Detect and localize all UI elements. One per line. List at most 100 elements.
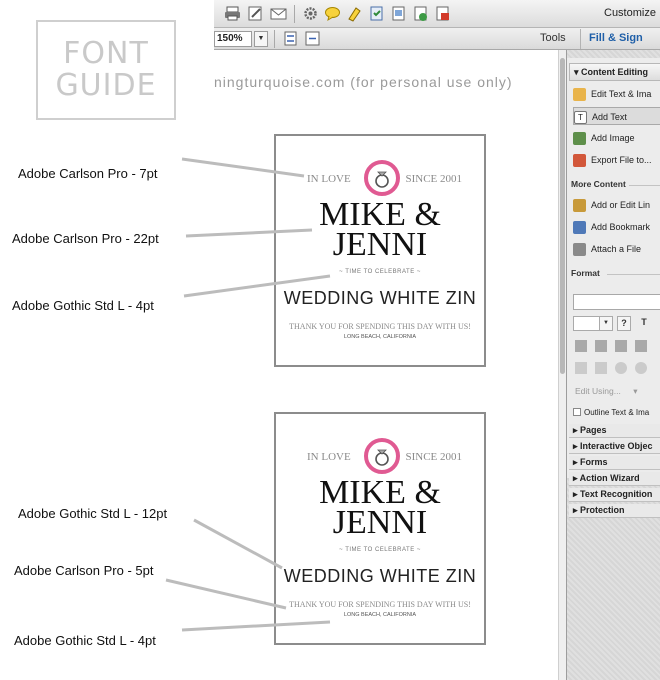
alignment-row [573,340,660,356]
acrobat-window: Customize 150% ▼ Tools Fill & Sign ningt… [214,0,660,680]
edit-document-icon[interactable] [247,5,264,22]
font-size-dropdown[interactable]: ▼ [599,316,613,331]
add-image-item[interactable]: Add Image [573,129,660,147]
crop-icon[interactable] [595,362,607,374]
card-top-row: IN LOVE SINCE 2001 [276,437,484,474]
font-name-input[interactable] [573,294,660,310]
font-guide-box: FONT GUIDE [36,20,176,120]
tools-pane: ▾ Content Editing Edit Text & Ima T Add T… [566,50,660,680]
divider [629,185,660,186]
text-tool-icon: T [574,111,587,125]
action-wizard-panel-header[interactable]: ▸ Action Wizard [569,472,660,486]
chevron-down-icon: ▾ [633,386,638,396]
print-icon[interactable] [224,5,241,22]
add-text-item[interactable]: T Add Text [573,107,660,125]
pages-panel-header[interactable]: ▸ Pages [569,424,660,438]
document-header-text: ningturquoise.com (for personal use only… [214,74,513,90]
card-in-love-text: IN LOVE [307,451,351,463]
card-celebrate-text: ~ TIME TO CELEBRATE ~ [339,547,421,553]
main-toolbar: Customize [214,0,660,28]
panel-item-label: Add Bookmark [591,222,651,232]
email-icon[interactable] [270,5,287,22]
edit-text-icon [573,88,586,102]
text-recognition-panel-header[interactable]: ▸ Text Recognition [569,488,660,502]
panel-item-label: Add Text [592,112,627,122]
gear-icon[interactable] [302,5,319,22]
document-icon[interactable] [390,5,407,22]
align-right-icon[interactable] [615,340,627,352]
export-file-item[interactable]: Export File to... [573,151,660,169]
scrollbar-thumb[interactable] [560,58,565,374]
card-celebrate-text: ~ TIME TO CELEBRATE ~ [339,269,421,275]
card-name-line2: JENNI [332,504,428,541]
card-in-love-text: IN LOVE [307,173,351,185]
fit-page-icon[interactable] [282,30,299,47]
panel-item-label: Add Image [591,133,635,143]
diamond-ring-icon [375,171,389,188]
card-names: MIKE & JENNI [276,198,484,263]
edit-using-dropdown[interactable]: Edit Using... ▾ [575,386,637,397]
document-view[interactable]: ningturquoise.com (for personal use only… [214,50,564,680]
customize-button[interactable]: Customize [604,7,656,19]
forms-panel-header[interactable]: ▸ Forms [569,456,660,470]
add-edit-link-item[interactable]: Add or Edit Lin [573,196,660,214]
text-style-button[interactable]: T [637,316,651,331]
card-thanks-text: THANK YOU FOR SPENDING THIS DAY WITH US! [289,600,471,609]
align-center-icon[interactable] [595,340,607,352]
comment-icon[interactable] [324,5,341,22]
card-location-text: LONG BEACH, CALIFORNIA [343,334,417,340]
fill-sign-tab[interactable]: Fill & Sign [580,29,656,49]
attach-file-item[interactable]: Attach a File [573,240,660,258]
panel-item-label: Attach a File [591,244,642,254]
add-bookmark-item[interactable]: Add Bookmark [573,218,660,236]
wine-label-card[interactable]: IN LOVE SINCE 2001 MIKE & JENNI ~ TIME T… [274,412,486,645]
edit-text-images-item[interactable]: Edit Text & Ima [573,85,660,103]
help-button[interactable]: ? [617,316,631,331]
pdf-tool-icon[interactable] [434,5,451,22]
highlight-icon[interactable] [346,5,363,22]
ring-icon [364,438,400,474]
zoom-input[interactable]: 150% [214,31,252,47]
toolbar-separator [274,30,275,48]
diamond-ring-icon [375,449,389,466]
divider [607,274,660,275]
card-thanks-text: THANK YOU FOR SPENDING THIS DAY WITH US! [289,322,471,331]
format-heading: Format [571,268,600,278]
callout-label: Adobe Carlson Pro - 22pt [12,231,159,246]
link-icon [573,199,586,213]
card-wine-title: WEDDING WHITE ZIN [283,566,477,586]
export-file-icon [573,154,586,168]
card-since-text: SINCE 2001 [405,451,462,463]
ring-icon [364,160,400,196]
font-guide-title-line2: GUIDE [55,68,157,103]
toolbar-separator [294,5,295,23]
fit-width-icon[interactable] [304,30,321,47]
secondary-toolbar: 150% ▼ Tools Fill & Sign [214,28,660,50]
rotate-left-icon[interactable] [615,362,627,374]
interactive-objects-panel-header[interactable]: ▸ Interactive Objec [569,440,660,454]
card-names: MIKE & JENNI [276,476,484,541]
content-editing-header[interactable]: ▾ Content Editing [569,63,660,81]
zoom-dropdown-button[interactable]: ▼ [254,31,268,47]
more-content-heading: More Content [571,179,626,189]
export-icon[interactable] [412,5,429,22]
object-tools-row [573,362,660,378]
flip-icon[interactable] [575,362,587,374]
rotate-right-icon[interactable] [635,362,647,374]
outline-text-images-checkbox[interactable]: Outline Text & Ima [573,408,649,417]
tools-tab[interactable]: Tools [540,32,566,44]
protection-panel-header[interactable]: ▸ Protection [569,504,660,518]
align-left-icon[interactable] [575,340,587,352]
outline-text-label: Outline Text & Ima [584,408,650,417]
justify-icon[interactable] [635,340,647,352]
image-icon [573,132,586,146]
checkbox-icon[interactable] [573,408,581,416]
card-name-line2: JENNI [332,226,428,263]
wine-label-card[interactable]: IN LOVE SINCE 2001 MIKE & JENNI ~ TIME T… [274,134,486,367]
panel-item-label: Add or Edit Lin [591,200,651,210]
document-scrollbar[interactable] [558,50,566,680]
stamp-icon[interactable] [368,5,385,22]
card-wine-title: WEDDING WHITE ZIN [283,288,477,308]
card-location-text: LONG BEACH, CALIFORNIA [343,612,417,618]
card-top-row: IN LOVE SINCE 2001 [276,159,484,196]
